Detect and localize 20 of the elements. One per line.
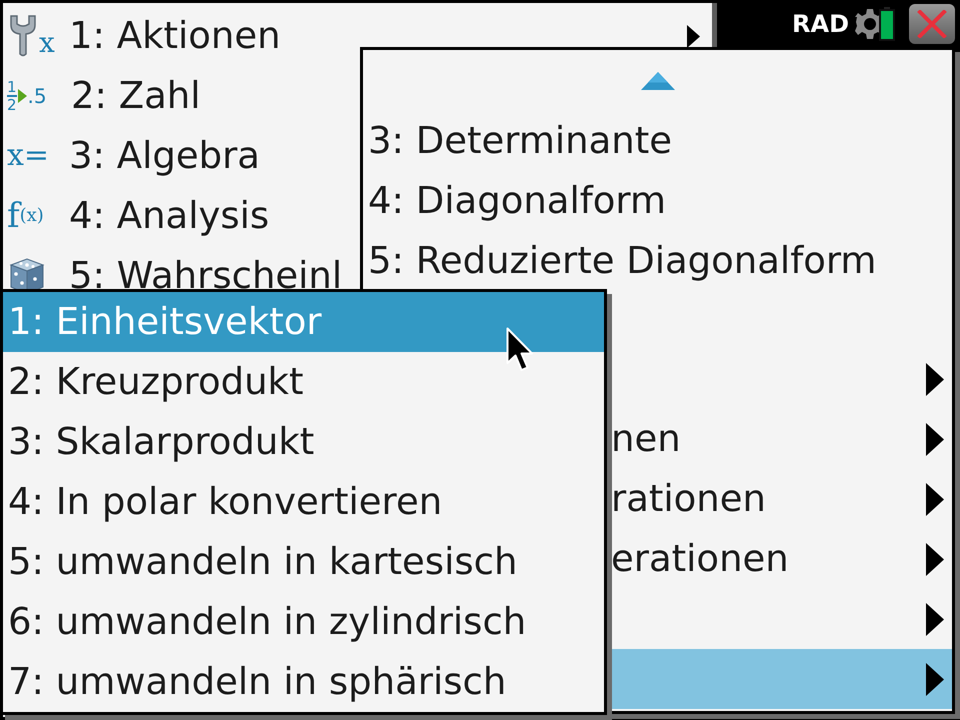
close-icon [917,10,947,38]
menu-item[interactable]: 5: umwandeln in kartesisch [3,532,604,592]
menu-item[interactable]: 4: In polar konvertieren [3,472,604,532]
menu-item[interactable]: x 1: Aktionen [3,6,712,66]
menu-item[interactable]: 7: umwandeln in sphärisch [3,652,604,712]
menu-item[interactable]: 4: Diagonalform [363,171,952,231]
menu-item[interactable]: 5: Reduzierte Diagonalform [363,231,952,291]
menu-item[interactable]: x= 3: Algebra [3,126,360,186]
battery-icon [879,6,895,40]
menu-item[interactable]: 6: umwandeln in zylindrisch [3,592,604,652]
menu-item[interactable]: 3: Determinante [363,111,952,171]
menu-item[interactable]: nen [606,409,952,469]
menu-item[interactable]: rationen [606,469,952,529]
mouse-pointer-icon [506,327,534,373]
angle-mode-label: RAD [792,10,849,38]
close-button[interactable] [909,4,955,44]
equation-icon: x= [7,134,59,178]
menu-item[interactable]: erationen [606,529,952,589]
menu-item[interactable]: 2: Kreuzprodukt [3,352,604,412]
menu-item[interactable]: 3: Skalarprodukt [3,412,604,472]
